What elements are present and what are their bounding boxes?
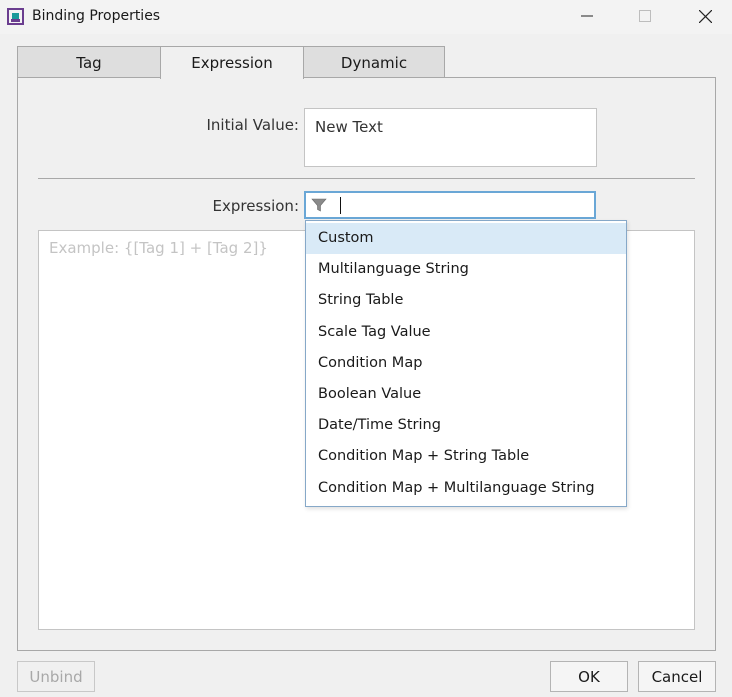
tab-tag[interactable]: Tag — [17, 46, 161, 78]
dropdown-item-string-table[interactable]: String Table — [306, 285, 626, 316]
dropdown-item-custom[interactable]: Custom — [306, 223, 626, 255]
dropdown-item-boolean-value[interactable]: Boolean Value — [306, 379, 626, 410]
dropdown-item-condition-map[interactable]: Condition Map — [306, 348, 626, 379]
tab-dynamic[interactable]: Dynamic — [303, 46, 445, 78]
maximize-icon — [639, 10, 651, 22]
dropdown-item-scale-tag-value[interactable]: Scale Tag Value — [306, 317, 626, 348]
cancel-button[interactable]: Cancel — [638, 661, 716, 692]
separator — [38, 178, 695, 179]
initial-value-field[interactable]: New Text — [304, 108, 597, 167]
minimize-button[interactable] — [564, 0, 610, 32]
dropdown-item-date-time-string[interactable]: Date/Time String — [306, 410, 626, 441]
ok-button[interactable]: OK — [550, 661, 628, 692]
initial-value-label: Initial Value: — [206, 116, 299, 134]
expression-input[interactable] — [304, 191, 596, 219]
tab-expression[interactable]: Expression — [160, 46, 304, 79]
filter-icon — [311, 198, 327, 212]
text-caret — [340, 197, 341, 214]
expression-placeholder: Example: {[Tag 1] + [Tag 2]} — [49, 239, 268, 257]
close-icon — [698, 9, 712, 23]
dropdown-item-multilanguage-string[interactable]: Multilanguage String — [306, 254, 626, 285]
expression-type-dropdown: Custom Multilanguage String String Table… — [305, 220, 627, 507]
close-button[interactable] — [682, 0, 728, 32]
maximize-button[interactable] — [622, 0, 668, 32]
dropdown-item-condition-map-multilanguage-string[interactable]: Condition Map + Multilanguage String — [306, 473, 626, 504]
expression-label: Expression: — [212, 197, 299, 215]
title-bar: Binding Properties — [0, 0, 732, 34]
unbind-button[interactable]: Unbind — [17, 661, 95, 692]
dropdown-item-condition-map-string-table[interactable]: Condition Map + String Table — [306, 441, 626, 472]
window-title: Binding Properties — [32, 8, 161, 24]
minimize-icon — [581, 15, 593, 17]
app-logo-icon — [7, 8, 24, 25]
